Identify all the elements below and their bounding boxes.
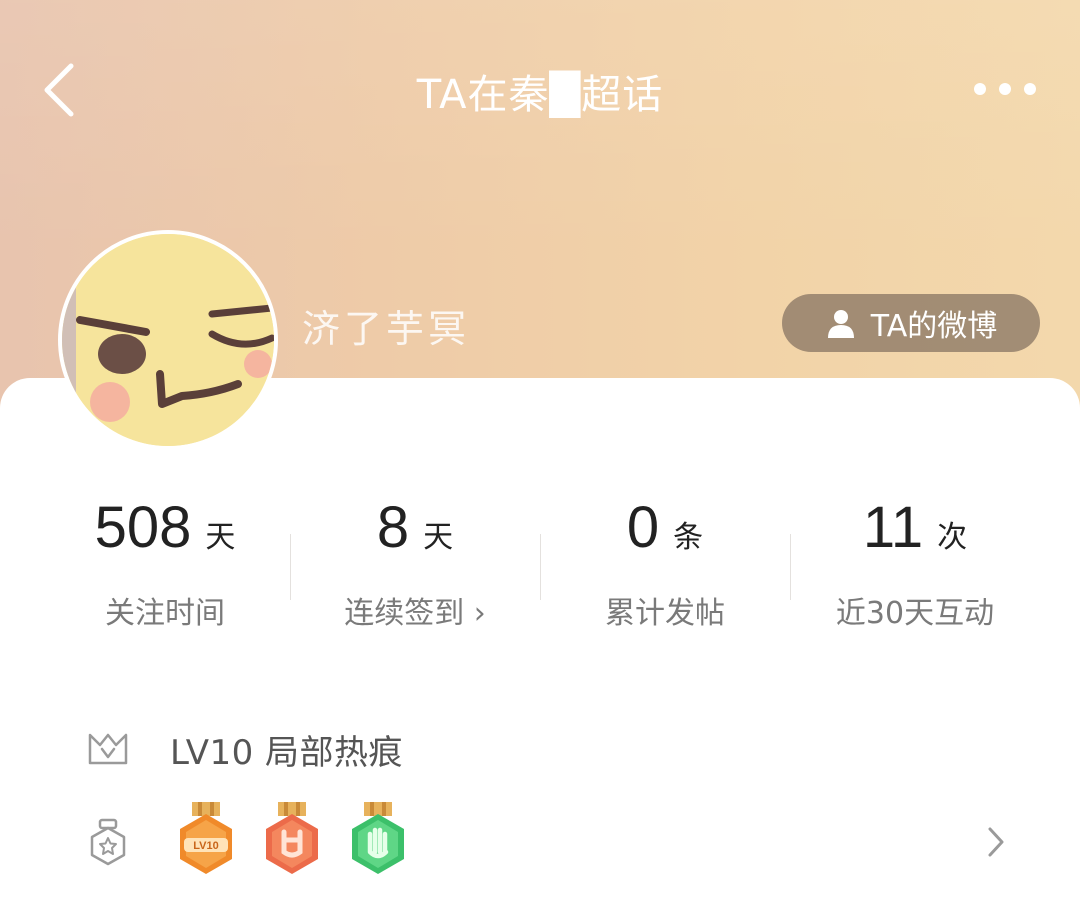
username: 济了芋冥 (302, 307, 471, 351)
weibo-button-label: TA的微博 (870, 309, 998, 344)
stat-unit: 天 (205, 520, 236, 555)
stat-checkin-streak[interactable]: 8 天 连续签到 › (290, 490, 540, 640)
page-title: TA在秦█超话 (416, 72, 664, 118)
crown-level-icon (88, 733, 128, 765)
chevron-right-icon[interactable] (986, 826, 1006, 858)
stat-label: 累计发帖 (605, 596, 725, 631)
stat-value: 8 (376, 495, 410, 560)
stat-unit: 条 (673, 520, 704, 555)
stat-label: 关注时间 (105, 596, 225, 631)
stat-value: 0 (626, 495, 660, 560)
stat-unit: 次 (937, 520, 968, 555)
stat-total-posts: 0 条 累计发帖 (540, 490, 790, 640)
badge-row[interactable]: LV10 (86, 802, 1006, 882)
stats-row: 508 天 关注时间 8 天 连续签到 › 0 条 累计发帖 11 次 近30天… (40, 490, 1040, 640)
badge-lv10[interactable]: LV10 (174, 802, 238, 882)
level-text: LV10 局部热痕 (170, 732, 404, 773)
avatar-image (62, 234, 274, 446)
stat-follow-time: 508 天 关注时间 (40, 490, 290, 640)
medal-icon (90, 818, 126, 866)
ta-weibo-button[interactable]: TA的微博 (782, 294, 1040, 352)
person-icon (827, 310, 854, 338)
stat-unit: 天 (423, 520, 454, 555)
svg-text:LV10: LV10 (193, 840, 218, 852)
stat-label: 近30天互动 (835, 596, 995, 631)
more-button[interactable] (974, 78, 1036, 100)
more-dots-icon (974, 83, 986, 95)
stat-value: 508 (94, 495, 192, 560)
badge-list: LV10 (174, 802, 410, 882)
stat-interactions-30d: 11 次 近30天互动 (790, 490, 1040, 640)
badge-palm-hand[interactable] (346, 802, 410, 882)
badge-rock-hand[interactable] (260, 802, 324, 882)
stat-label: 连续签到 › (344, 596, 486, 631)
stat-value: 11 (862, 495, 924, 560)
level-row[interactable]: LV10 局部热痕 (86, 722, 403, 776)
avatar[interactable] (58, 230, 278, 450)
